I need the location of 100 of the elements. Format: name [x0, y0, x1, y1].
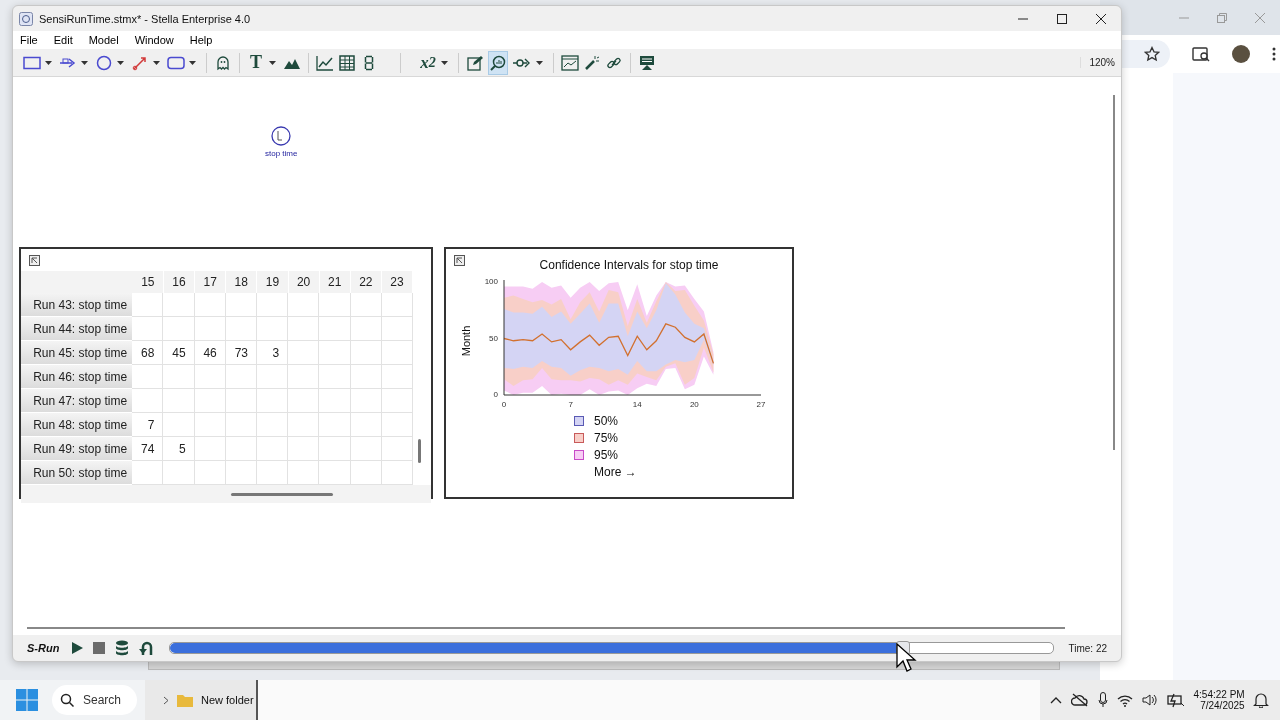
menu-item[interactable]: File — [20, 34, 38, 46]
row-header: Run 43: stop time — [21, 293, 133, 317]
column-header: 21 — [319, 271, 351, 293]
caret-icon[interactable] — [269, 60, 276, 65]
caret-icon[interactable] — [536, 60, 543, 65]
clock-date[interactable]: 7/24/2025 — [1200, 700, 1245, 711]
database-icon[interactable] — [115, 640, 130, 656]
stop-icon[interactable] — [93, 642, 106, 654]
zoom-icon[interactable] — [488, 50, 508, 75]
table-cell — [319, 317, 351, 341]
table-cell — [319, 341, 351, 365]
star-icon[interactable] — [1144, 46, 1160, 62]
time-readout: Time: 22 — [1068, 642, 1107, 654]
table-cell — [381, 389, 413, 413]
menu-item[interactable]: Help — [189, 34, 213, 46]
caret-icon[interactable] — [81, 60, 88, 65]
table-cell — [319, 365, 351, 389]
caret-icon[interactable] — [441, 60, 448, 65]
tab-search-icon[interactable] — [1192, 46, 1210, 62]
panel-pin-icon[interactable] — [29, 255, 40, 266]
scrollbar-track[interactable] — [21, 485, 431, 503]
clock-time[interactable]: 4:54:22 PM — [1193, 689, 1245, 700]
caret-icon[interactable] — [117, 60, 124, 65]
folder-item[interactable]: New folder — [201, 694, 254, 706]
cloud-off-icon[interactable] — [1071, 693, 1090, 707]
table-cell — [257, 293, 289, 317]
windows-start-icon[interactable] — [16, 689, 38, 711]
table-cell — [163, 413, 195, 437]
search-field[interactable]: Search — [52, 685, 138, 715]
table-cell — [381, 365, 413, 389]
table-cell — [257, 413, 289, 437]
table-cell — [163, 389, 195, 413]
panel-pin-icon[interactable] — [454, 255, 465, 266]
window-title: SensiRunTime.stmx* - Stella Enterprise 4.0 — [39, 12, 252, 25]
column-header: 19 — [257, 271, 289, 293]
row-header: Run 50: stop time — [21, 461, 133, 485]
time-slider[interactable] — [169, 642, 1055, 654]
row-header: Run 45: stop time — [21, 341, 133, 365]
table-cell — [225, 389, 257, 413]
table-cell — [288, 293, 320, 317]
table-cell — [225, 365, 257, 389]
address-bar[interactable] — [1120, 40, 1170, 68]
table-cell — [194, 365, 226, 389]
table-cell — [257, 437, 289, 461]
table-cell — [288, 365, 320, 389]
row-header: Run 47: stop time — [21, 389, 133, 413]
axis-label: Month — [460, 325, 472, 357]
table-cell: 45 — [163, 341, 195, 365]
table-cell — [350, 437, 382, 461]
table-cell — [288, 413, 320, 437]
maximize-icon[interactable] — [1056, 12, 1068, 25]
table-cell — [350, 389, 382, 413]
table-cell — [194, 413, 226, 437]
play-icon[interactable] — [71, 642, 84, 654]
table-cell — [381, 413, 413, 437]
scrollbar-thumb[interactable] — [418, 439, 421, 463]
battery-charging-icon[interactable] — [1166, 692, 1185, 708]
chevron-up-icon[interactable] — [1050, 696, 1063, 704]
menu-item[interactable]: Model — [88, 34, 119, 46]
more-link[interactable]: More → — [594, 465, 637, 479]
column-header: 18 — [226, 271, 258, 293]
column-header: 23 — [381, 271, 414, 293]
zoom-level[interactable]: 120% — [1080, 57, 1115, 68]
notification-bell-icon[interactable] — [1253, 692, 1270, 708]
speaker-icon[interactable] — [1141, 693, 1158, 707]
tick-label: 100 — [484, 277, 498, 287]
search-icon — [60, 693, 74, 707]
converter-icon[interactable] — [271, 126, 292, 146]
menu-icon[interactable] — [1272, 46, 1276, 62]
table-cell — [194, 293, 226, 317]
chevron-icon[interactable] — [163, 695, 169, 705]
column-header: 17 — [195, 271, 227, 293]
app-icon — [19, 11, 33, 26]
table-cell — [225, 317, 257, 341]
table-cell — [163, 293, 195, 317]
caret-icon[interactable] — [153, 60, 160, 65]
text-tool[interactable]: T — [247, 51, 265, 74]
table-cell: 46 — [194, 341, 226, 365]
wifi-icon[interactable] — [1116, 693, 1133, 707]
avatar[interactable] — [1232, 45, 1250, 63]
caret-icon[interactable] — [189, 60, 196, 65]
menu-item[interactable]: Window — [134, 34, 174, 46]
table-cell — [257, 365, 289, 389]
close-icon[interactable] — [1095, 12, 1107, 25]
table-cell: 7 — [132, 413, 164, 437]
table-cell — [194, 317, 226, 341]
run-label: S-Run — [27, 642, 60, 654]
column-header: 22 — [350, 271, 382, 293]
legend-label: 75% — [594, 431, 619, 445]
caret-icon[interactable] — [45, 60, 52, 65]
legend-label: 50% — [594, 414, 619, 428]
menu-item[interactable]: Edit — [53, 34, 73, 46]
scrollbar-thumb[interactable] — [231, 493, 333, 496]
undo-arrow-icon[interactable] — [139, 640, 154, 656]
node-label[interactable]: stop time — [265, 149, 298, 158]
table-cell — [225, 437, 257, 461]
row-header: Run 49: stop time — [21, 437, 133, 461]
row-header: Run 48: stop time — [21, 413, 133, 437]
microphone-icon[interactable] — [1098, 692, 1109, 708]
table-cell — [257, 317, 289, 341]
